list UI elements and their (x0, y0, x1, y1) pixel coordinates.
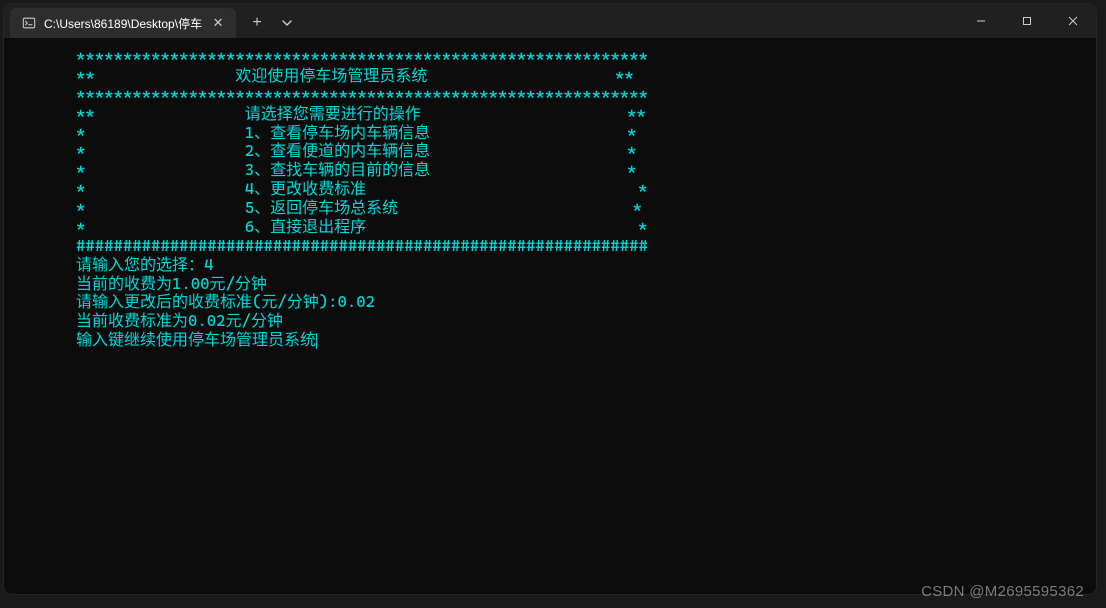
terminal-window: C:\Users\86189\Desktop\停车 ✕ + **********… (4, 4, 1096, 594)
new-tab-button[interactable]: + (242, 8, 272, 38)
terminal-line: 请输入您的选择：4 (76, 256, 1082, 275)
terminal-line: * 6、直接退出程序 * (76, 218, 1082, 237)
terminal-tab[interactable]: C:\Users\86189\Desktop\停车 ✕ (10, 8, 236, 38)
terminal-line: 请输入更改后的收费标准(元/分钟):0.02 (76, 293, 1082, 312)
terminal-line: ** 欢迎使用停车场管理员系统 ** (76, 67, 1082, 86)
maximize-button[interactable] (1004, 4, 1050, 38)
terminal-line: * 4、更改收费标准 * (76, 180, 1082, 199)
terminal-line: ########################################… (76, 237, 1082, 256)
terminal-line: ****************************************… (76, 86, 1082, 105)
terminal-line: * 5、返回停车场总系统 * (76, 199, 1082, 218)
terminal-line: 当前收费标准为0.02元/分钟 (76, 312, 1082, 331)
terminal-line: 当前的收费为1.00元/分钟 (76, 275, 1082, 294)
watermark-text: CSDN @M2695595362 (921, 583, 1084, 600)
terminal-line: ** 请选择您需要进行的操作 ** (76, 105, 1082, 124)
terminal-line: * 3、查找车辆的目前的信息 * (76, 161, 1082, 180)
titlebar-spacer (302, 4, 958, 38)
terminal-icon (22, 16, 36, 30)
minimize-button[interactable] (958, 4, 1004, 38)
terminal-line: * 1、查看停车场内车辆信息 * (76, 124, 1082, 143)
terminal-content[interactable]: ****************************************… (4, 38, 1096, 594)
terminal-cursor (316, 333, 317, 349)
terminal-line: * 2、查看便道的内车辆信息 * (76, 142, 1082, 161)
tab-title: C:\Users\86189\Desktop\停车 (44, 15, 202, 32)
terminal-line: 输入键继续使用停车场管理员系统 (76, 331, 1082, 350)
tab-close-button[interactable]: ✕ (210, 15, 226, 31)
terminal-line: ****************************************… (76, 48, 1082, 67)
tab-dropdown-button[interactable] (272, 8, 302, 38)
window-controls (958, 4, 1096, 38)
titlebar: C:\Users\86189\Desktop\停车 ✕ + (4, 4, 1096, 38)
close-window-button[interactable] (1050, 4, 1096, 38)
